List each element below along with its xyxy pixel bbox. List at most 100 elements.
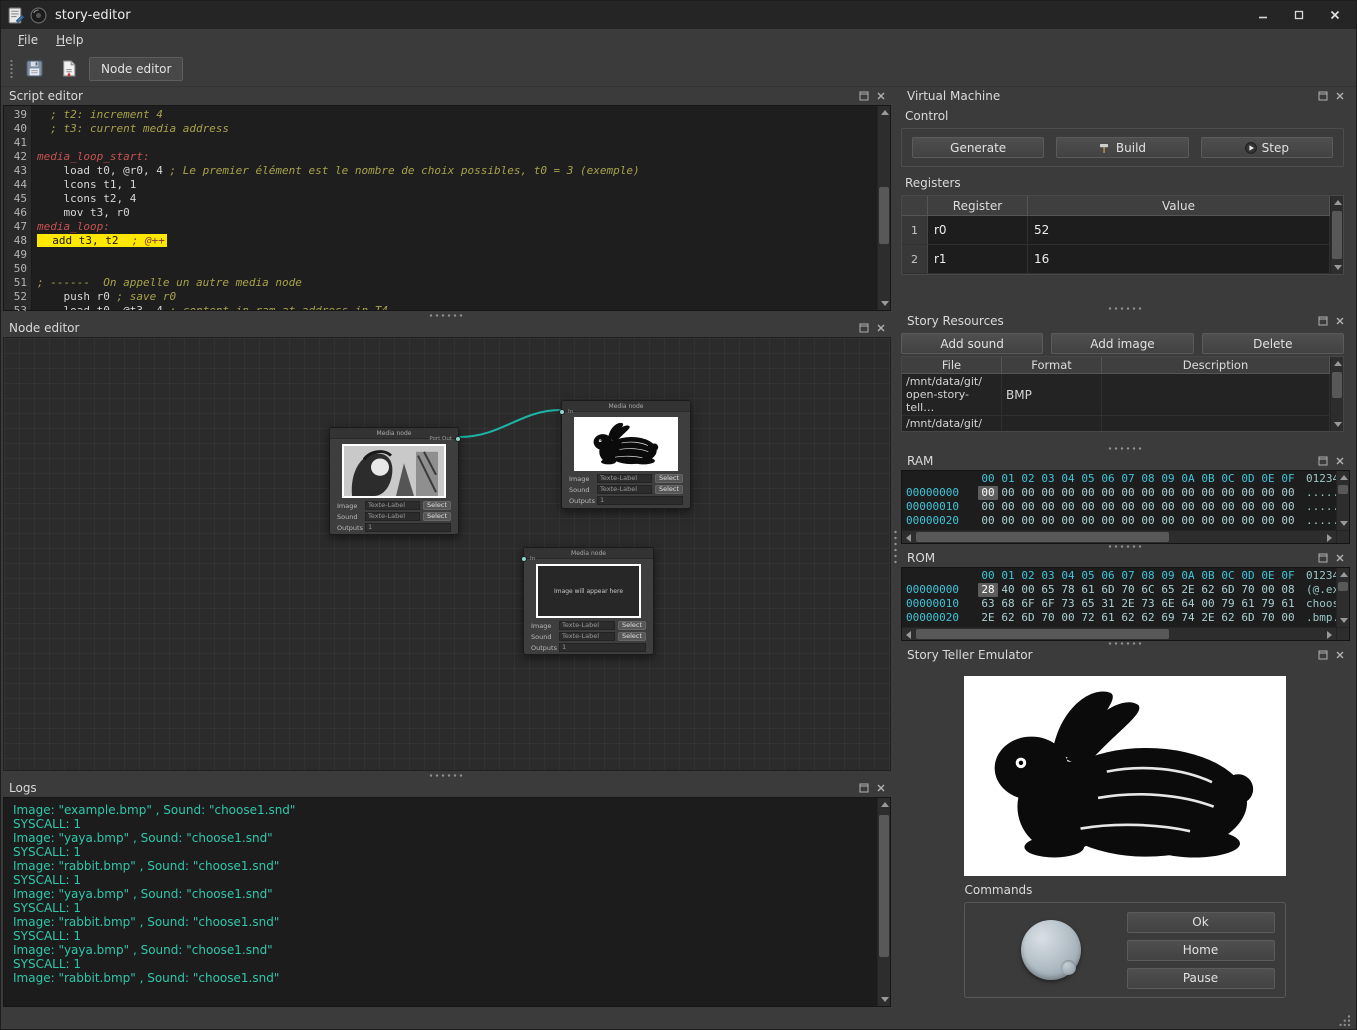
hex-byte[interactable]: 00 — [978, 486, 998, 500]
node-title[interactable]: Media node — [562, 401, 690, 412]
table-row[interactable]: /mnt/data/git/open-story-tell…BMP — [902, 416, 1330, 431]
script-vertical-scrollbar[interactable] — [877, 106, 890, 310]
hex-byte[interactable]: 00 — [1058, 611, 1078, 625]
splitter-handle[interactable] — [1, 311, 891, 319]
hex-byte[interactable]: 2E — [1118, 597, 1138, 611]
hex-byte[interactable]: 68 — [998, 597, 1018, 611]
hex-byte[interactable]: 63 — [978, 597, 998, 611]
hex-byte[interactable]: 6F — [1038, 597, 1058, 611]
hex-byte[interactable]: 00 — [1058, 514, 1078, 528]
column-header-format[interactable]: Format — [1002, 357, 1102, 374]
column-header-register[interactable]: Register — [928, 196, 1028, 216]
hex-byte[interactable]: 6D — [1018, 611, 1038, 625]
hex-byte[interactable]: 65 — [1038, 583, 1058, 597]
hex-byte[interactable]: 00 — [1138, 486, 1158, 500]
hex-byte[interactable]: 00 — [1178, 500, 1198, 514]
scroll-up-arrow[interactable] — [878, 106, 891, 119]
node-title[interactable]: Media node — [524, 548, 653, 559]
minimize-button[interactable] — [1248, 5, 1278, 25]
float-dock-icon[interactable] — [1317, 315, 1329, 327]
float-dock-icon[interactable] — [1317, 649, 1329, 661]
scroll-up-arrow[interactable] — [1337, 471, 1350, 484]
hex-byte[interactable]: 00 — [1018, 514, 1038, 528]
hex-byte[interactable]: 08 — [1278, 583, 1298, 597]
hex-byte[interactable]: 00 — [1218, 486, 1238, 500]
hex-byte[interactable]: 00 — [1098, 500, 1118, 514]
hex-byte[interactable]: 73 — [1138, 597, 1158, 611]
hex-byte[interactable]: 69 — [1158, 611, 1178, 625]
float-dock-icon[interactable] — [858, 90, 870, 102]
hex-byte[interactable]: 00 — [1158, 486, 1178, 500]
hex-byte[interactable]: 62 — [1138, 611, 1158, 625]
hex-byte[interactable]: 62 — [1218, 611, 1238, 625]
media-node[interactable]: Media node In ImageTexte-LabelSelectSoun… — [561, 400, 691, 509]
hex-byte[interactable]: 72 — [1078, 611, 1098, 625]
hex-byte[interactable]: 28 — [978, 583, 998, 597]
scroll-down-arrow[interactable] — [878, 993, 891, 1006]
float-dock-icon[interactable] — [1317, 90, 1329, 102]
splitter-handle[interactable] — [1, 771, 891, 779]
registers-scrollbar[interactable] — [1330, 196, 1343, 274]
scrollbar-thumb[interactable] — [1338, 582, 1348, 591]
scrollbar-thumb[interactable] — [1332, 372, 1342, 398]
add-sound-button[interactable]: Add sound — [901, 333, 1043, 354]
float-dock-icon[interactable] — [858, 322, 870, 334]
scrollbar-thumb[interactable] — [879, 187, 889, 244]
ram-hex-area[interactable]: 000102030405060708090A0B0C0D0E0F01234567… — [902, 471, 1336, 530]
scrollbar-thumb[interactable] — [879, 815, 889, 957]
hex-byte[interactable]: 2E — [1178, 583, 1198, 597]
rom-hex-area[interactable]: 000102030405060708090A0B0C0D0E0F01234567… — [902, 568, 1336, 627]
media-node[interactable]: Media node Port Out — [329, 427, 459, 535]
hex-byte[interactable]: 00 — [1218, 514, 1238, 528]
input-port[interactable] — [559, 409, 565, 415]
table-row[interactable]: 2r116 — [902, 245, 1330, 274]
hex-byte[interactable]: 62 — [1118, 611, 1138, 625]
hex-byte[interactable]: 00 — [1118, 486, 1138, 500]
log-list[interactable]: Image: "example.bmp" , Sound: "choose1.s… — [4, 798, 877, 1006]
scroll-up-arrow[interactable] — [1331, 196, 1344, 209]
close-dock-icon[interactable] — [1334, 90, 1346, 102]
scroll-down-arrow[interactable] — [1337, 614, 1350, 627]
hex-byte[interactable]: 00 — [1018, 486, 1038, 500]
node-editor-toggle-button[interactable]: Node editor — [89, 57, 183, 81]
home-button[interactable]: Home — [1127, 940, 1275, 961]
hex-byte[interactable]: 00 — [1138, 500, 1158, 514]
hex-byte[interactable]: 65 — [1078, 597, 1098, 611]
ok-button[interactable]: Ok — [1127, 912, 1275, 933]
hex-byte[interactable]: 00 — [1038, 514, 1058, 528]
hex-byte[interactable]: 00 — [998, 514, 1018, 528]
scrollbar-thumb[interactable] — [1338, 485, 1348, 494]
script-code[interactable]: ; t2: increment 4 ; t3: current media ad… — [32, 106, 877, 310]
hex-byte[interactable]: 00 — [1178, 514, 1198, 528]
output-port[interactable] — [455, 436, 461, 442]
hex-byte[interactable]: 00 — [1078, 514, 1098, 528]
hex-byte[interactable]: 00 — [1098, 514, 1118, 528]
hex-byte[interactable]: 00 — [1278, 486, 1298, 500]
hex-byte[interactable]: 00 — [1278, 611, 1298, 625]
hex-byte[interactable]: 6D — [1218, 583, 1238, 597]
hex-byte[interactable]: 00 — [1198, 500, 1218, 514]
hex-byte[interactable]: 78 — [1058, 583, 1078, 597]
hex-byte[interactable]: 79 — [1218, 597, 1238, 611]
hex-byte[interactable]: 00 — [1058, 486, 1078, 500]
float-dock-icon[interactable] — [1317, 552, 1329, 564]
hex-byte[interactable]: 61 — [1098, 611, 1118, 625]
logs-vertical-scrollbar[interactable] — [877, 798, 890, 1006]
hex-byte[interactable]: 70 — [1258, 611, 1278, 625]
hex-byte[interactable]: 6F — [1018, 597, 1038, 611]
close-dock-icon[interactable] — [1334, 315, 1346, 327]
ram-horizontal-scrollbar[interactable] — [902, 530, 1336, 543]
resources-scrollbar[interactable] — [1330, 357, 1343, 431]
scrollbar-thumb[interactable] — [1332, 211, 1342, 259]
hex-byte[interactable]: 00 — [1278, 514, 1298, 528]
hex-byte[interactable]: 70 — [1118, 583, 1138, 597]
hex-byte[interactable]: 73 — [1058, 597, 1078, 611]
scrollbar-thumb[interactable] — [916, 532, 1169, 542]
hex-byte[interactable]: 00 — [1178, 486, 1198, 500]
rom-horizontal-scrollbar[interactable] — [902, 627, 1336, 640]
column-header-value[interactable]: Value — [1028, 196, 1330, 216]
hex-byte[interactable]: 00 — [1158, 514, 1178, 528]
hex-byte[interactable]: 2E — [1198, 611, 1218, 625]
step-button[interactable]: Step — [1201, 137, 1333, 158]
hex-byte[interactable]: 00 — [978, 500, 998, 514]
